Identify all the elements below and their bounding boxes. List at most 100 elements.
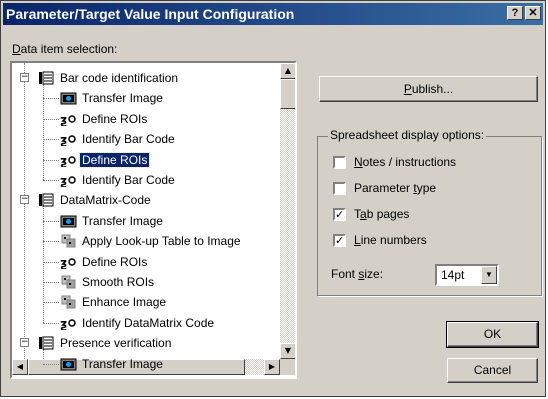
tree-item-node[interactable]: Transfer Image [60,354,165,374]
tab-pages-label: Tab pages [354,207,409,221]
scroll-corner [280,359,295,375]
svg-text:ƺ: ƺ [60,256,67,269]
tool-icon: ƺ [60,255,77,270]
tree-item-node[interactable]: ƺ Identify Bar Code [60,170,177,190]
tree-expand-toggle[interactable]: − [20,73,29,82]
tree-node-label: Bar code identification [60,71,179,85]
tree-item-node[interactable]: ƺ Define ROIs [60,150,151,170]
chevron-down-icon[interactable]: ▼ [481,266,497,284]
svg-text:ƺ: ƺ [60,133,67,146]
scroll-right-button[interactable]: ▶ [264,359,280,375]
tree-connector [43,220,59,222]
tree-connector [43,363,59,365]
notes-text: otes / instructions [362,155,457,169]
data-item-selection-label: Data item selection: [12,42,117,56]
window-title: Parameter/Target Value Input Configurati… [6,6,295,22]
tree-connector [43,159,59,161]
tree-connector [43,118,59,120]
scroll-left-button[interactable]: ◀ [12,359,28,375]
tree-connector [43,322,59,324]
publish-button[interactable]: Publish... [319,76,538,102]
tree-item-node[interactable]: Smooth ROIs [60,272,156,292]
tree-group-node[interactable]: Bar code identification [38,68,180,88]
folder-icon [38,193,55,207]
data-item-tree[interactable]: ▲ ▼ ◀ ▶ − Bar code identification Transfer… [10,61,297,379]
svg-text:ƺ: ƺ [60,113,67,126]
tree-item-node[interactable]: ƺ Identify Bar Code [60,129,177,149]
tree-group-node[interactable]: Presence verification [38,333,173,353]
camera-icon [60,357,77,371]
tab-text-b: b pages [366,207,410,221]
tree-expand-toggle[interactable]: − [20,338,29,348]
tree-item-node[interactable]: ƺ Define ROIs [60,252,149,272]
tab-mnemonic: a [360,207,367,221]
folder-icon [38,71,55,85]
font-size-label: Font size: [331,267,383,281]
scroll-down-button[interactable]: ▼ [280,343,295,359]
tool-icon: ƺ [60,316,77,331]
camera-icon [60,91,77,105]
tree-connector [43,241,59,243]
vertical-scrollbar[interactable]: ▲ ▼ [280,63,295,359]
filter-icon [60,295,77,309]
publish-mnemonic: P [403,82,412,96]
notes-checkbox[interactable] [333,156,346,169]
publish-label: ublish... [411,82,454,96]
tree-item-node[interactable]: Enhance Image [60,292,168,312]
notes-mnemonic: N [354,155,363,169]
tool-icon: ƺ [60,132,77,147]
tree-expand-toggle[interactable]: − [20,195,29,205]
tree-connector [43,180,59,181]
line-numbers-label: Line numbers [354,233,427,247]
tree-node-label: Identify Bar Code [82,173,175,187]
ptype-text-a: Parameter [354,181,414,195]
close-button[interactable]: ✕ [525,6,541,20]
filter-icon [60,275,77,289]
tree-connector [43,206,44,324]
tree-node-label: Apply Look-up Table to Image [82,234,241,249]
tool-icon: ƺ [60,153,77,168]
label-text: ata item selection: [20,42,118,56]
ptype-text-b: ype [416,181,437,195]
label-mnemonic: D [12,42,21,56]
parameter-type-checkbox[interactable] [333,182,346,195]
tree-connector [24,63,25,363]
tree-node-label: Transfer Image [82,91,163,106]
folder-icon [38,336,55,350]
line-numbers-checkbox[interactable]: ✓ [333,234,346,247]
title-bar: Parameter/Target Value Input Configurati… [3,3,543,25]
tab-pages-checkbox[interactable]: ✓ [333,208,346,221]
display-options-label: Spreadsheet display options: [328,128,487,142]
tree-item-node[interactable]: Transfer Image [60,211,165,231]
svg-text:ƺ: ƺ [60,317,67,330]
notes-label: Notes / instructions [354,155,456,169]
cancel-button[interactable]: Cancel [447,358,538,383]
tree-node-label: DataMatrix-Code [60,193,151,208]
tree-group-node[interactable]: DataMatrix-Code [38,190,153,210]
tool-icon: ƺ [60,173,77,188]
ok-button[interactable]: OK [446,321,539,348]
tree-item-node[interactable]: ƺ Define ROIs [60,109,149,129]
line-mnemonic: L [354,233,361,247]
tree-node-label: Define ROIs [82,254,148,269]
dialog-window: Parameter/Target Value Input Configurati… [0,0,546,397]
tool-icon: ƺ [60,112,77,127]
tree-node-label: Define ROIs [82,111,148,126]
font-text-a: Font [331,267,359,281]
svg-text:ƺ: ƺ [60,154,67,167]
help-button[interactable]: ? [507,6,523,20]
tree-item-node[interactable]: Transfer Image [60,88,165,108]
tree-item-node[interactable]: ƺ Identify DataMatrix Code [60,313,216,333]
tree-connector [43,302,59,304]
tree-connector [43,261,59,263]
tree-connector [43,139,59,141]
font-size-select[interactable]: 14pt ▼ [435,264,499,286]
font-text-b: ize: [364,267,384,281]
scroll-thumb[interactable] [280,79,295,109]
font-size-value: 14pt [441,268,465,282]
tree-item-node[interactable]: Apply Look-up Table to Image [60,231,243,251]
tree-node-label: Presence verification [60,336,172,351]
scroll-up-button[interactable]: ▲ [280,63,295,79]
tree-node-label: Identify Bar Code [82,132,175,147]
filter-icon [60,234,77,248]
